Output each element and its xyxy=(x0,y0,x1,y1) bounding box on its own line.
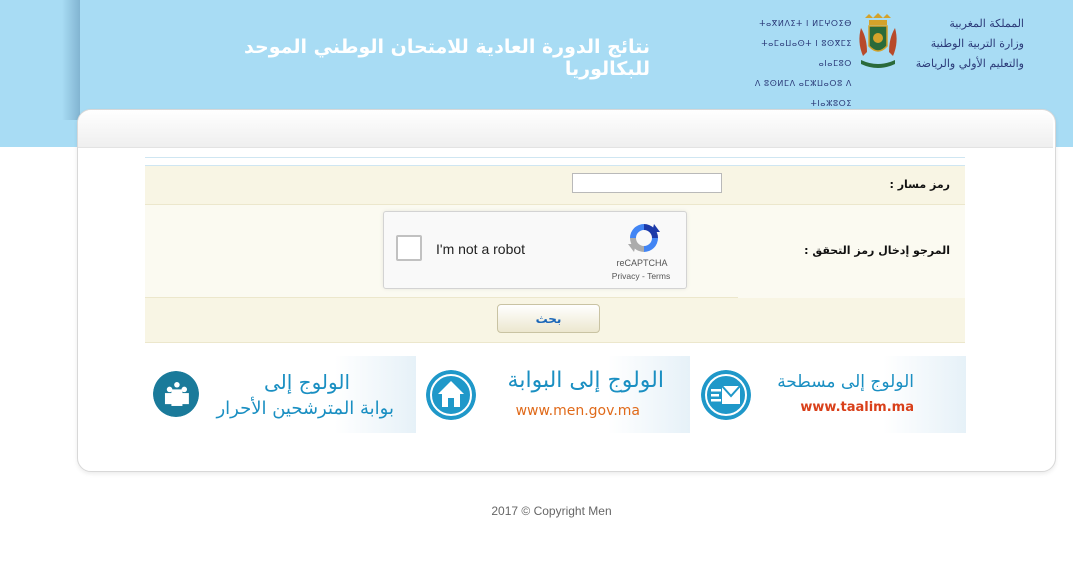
taalim-link-banner[interactable]: الولوج إلى مسطحة www.taalim.ma xyxy=(690,356,966,433)
ministry-line: المملكة المغربية xyxy=(949,17,1024,30)
men-portal-link-url: www.men.gov.ma xyxy=(515,403,640,419)
captcha-row: المرجو إدخال رمز التحقق : I'm not a robo… xyxy=(145,205,965,298)
recaptcha-widget: I'm not a robot reCAPTCHA Privacy - Term… xyxy=(383,211,687,289)
card-header xyxy=(78,110,1053,148)
massar-label: رمز مسار : xyxy=(889,178,950,191)
search-button[interactable]: بحث xyxy=(497,304,600,333)
recaptcha-checkbox-label: I'm not a robot xyxy=(436,241,526,257)
men-portal-link-title: الولوج إلى البوابة xyxy=(507,368,664,393)
banner-shadow xyxy=(62,0,80,120)
page-title: نتائج الدورة العادية للامتحان الوطني الم… xyxy=(244,36,650,80)
ministry-line: ⴷ ⵓⵙⵍⵎⴷ ⴰⵎⵣⵡⴰⵔⵓ ⴷ ⵜⵏⴰⵣⵓⵔⵉ xyxy=(754,79,852,108)
free-candidates-link-subtitle: بوابة المترشحين الأحرار xyxy=(216,398,394,419)
recaptcha-logo-icon xyxy=(628,224,660,252)
search-row: بحث xyxy=(145,298,965,343)
royal-emblem-icon xyxy=(859,13,897,68)
men-portal-link-banner[interactable]: الولوج إلى البوابة www.men.gov.ma xyxy=(417,356,690,433)
home-icon xyxy=(426,370,476,420)
results-form: رمز مسار : المرجو إدخال رمز التحقق : I'm… xyxy=(145,157,965,343)
recaptcha-checkbox[interactable] xyxy=(396,235,422,261)
taalim-link-title: الولوج إلى مسطحة xyxy=(777,372,914,392)
ministry-line: وزارة التربية الوطنية xyxy=(930,37,1024,50)
mail-lines-icon xyxy=(701,370,751,420)
massar-row: رمز مسار : xyxy=(145,166,965,205)
free-candidates-link-title: الولوج إلى xyxy=(264,370,350,394)
ministry-name-tifinagh: ⵜⴰⴳⵍⴷⵉⵜ ⵏ ⵍⵎⵖⵔⵉⴱ ⵜⴰⵎⴰⵡⴰⵙⵜ ⵏ ⵓⵙⴳⵎⵉ ⴰⵏⴰⵎⵓⵔ… xyxy=(730,14,852,114)
recaptcha-brand: reCAPTCHA xyxy=(616,258,668,268)
people-icon xyxy=(153,371,199,417)
massar-input[interactable] xyxy=(572,173,722,193)
ministry-line: والتعليم الأولي والرياضة xyxy=(915,57,1024,70)
ministry-line: ⵜⴰⴳⵍⴷⵉⵜ ⵏ ⵍⵎⵖⵔⵉⴱ xyxy=(759,19,852,28)
recaptcha-privacy-terms-link[interactable]: Privacy - Terms xyxy=(596,271,686,281)
footer-copyright: 2017 © Copyright Men xyxy=(491,504,612,518)
free-candidates-link-banner[interactable]: الولوج إلى بوابة المترشحين الأحرار xyxy=(145,356,416,433)
ministry-line: ⵜⴰⵎⴰⵡⴰⵙⵜ ⵏ ⵓⵙⴳⵎⵉ ⴰⵏⴰⵎⵓⵔ xyxy=(761,39,852,68)
taalim-link-url: www.taalim.ma xyxy=(800,400,914,415)
ministry-name-arabic: المملكة المغربية وزارة التربية الوطنية و… xyxy=(898,14,1024,74)
captcha-label: المرجو إدخال رمز التحقق : xyxy=(804,244,950,257)
form-divider xyxy=(145,157,965,166)
